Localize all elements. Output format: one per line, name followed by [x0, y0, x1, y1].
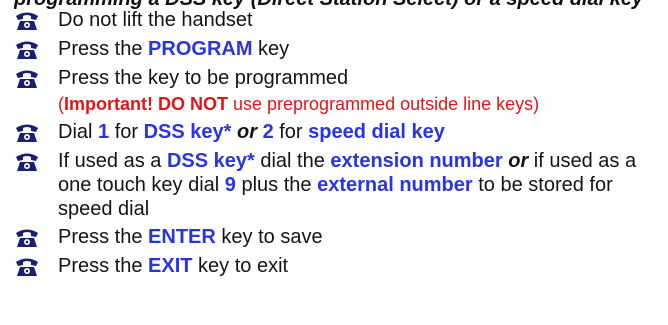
key-name: PROGRAM	[148, 38, 253, 60]
list-item: Press the key to be programmed	[14, 66, 664, 91]
telephone-icon	[16, 124, 38, 142]
list-item: If used as a DSS key* dial the extension…	[14, 149, 664, 221]
list-item: Dial 1 for DSS key* or 2 for speed dial …	[14, 120, 664, 145]
telephone-icon	[16, 70, 38, 88]
warning-note: (Important! DO NOT use preprogrammed out…	[58, 94, 540, 114]
telephone-icon	[16, 258, 38, 276]
telephone-icon	[16, 153, 38, 171]
list-item: Do not lift the handset	[14, 8, 664, 33]
instruction-list: Do not lift the handset Press the PROGRA…	[14, 8, 664, 283]
list-item: Press the PROGRAM key	[14, 37, 664, 62]
list-item: Press the EXIT key to exit	[14, 254, 664, 279]
telephone-icon	[16, 229, 38, 247]
telephone-icon	[16, 41, 38, 59]
telephone-icon	[16, 12, 38, 30]
list-item: Press the ENTER key to save	[14, 225, 664, 250]
